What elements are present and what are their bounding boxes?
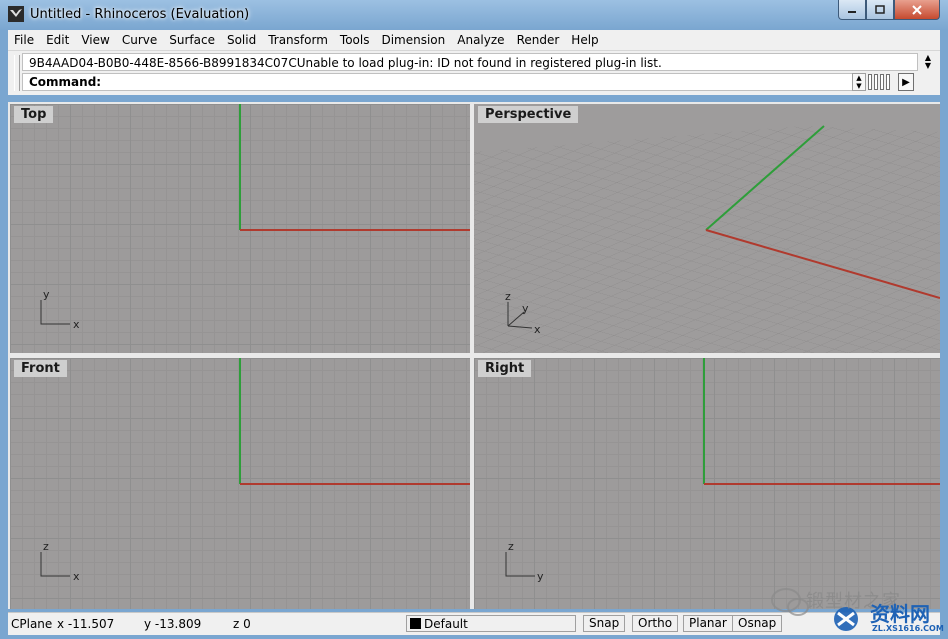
command-spinner[interactable]: ▲ ▼ — [852, 73, 866, 91]
window-title: Untitled - Rhinoceros (Evaluation) — [30, 7, 250, 22]
gnomon-label-a: z — [43, 540, 49, 553]
menu-surface[interactable]: Surface — [163, 30, 221, 50]
viewport-area: y x Top z y x Perspective z x Front z y … — [8, 102, 940, 609]
window-controls — [838, 0, 940, 20]
menu-curve[interactable]: Curve — [116, 30, 163, 50]
play-right-icon: ▶ — [902, 76, 910, 88]
spin-up-icon[interactable]: ▲ — [856, 74, 861, 82]
viewport-perspective[interactable]: z y x Perspective — [474, 104, 940, 353]
history-bar[interactable] — [880, 74, 884, 90]
front-view-canvas: z x — [40, 358, 470, 583]
viewport-title-top[interactable]: Top — [14, 106, 54, 123]
gnomon-label-a: y — [43, 288, 50, 301]
viewport-top[interactable]: y x Top — [10, 104, 470, 353]
command-prompt: Command: — [29, 75, 102, 89]
history-bar[interactable] — [874, 74, 878, 90]
viewport-title-perspective[interactable]: Perspective — [478, 106, 579, 123]
ortho-toggle[interactable]: Ortho — [632, 615, 679, 632]
snap-toggle[interactable]: Snap — [583, 615, 626, 632]
menu-transform[interactable]: Transform — [262, 30, 334, 50]
command-history-bars[interactable] — [868, 74, 890, 90]
minimize-button[interactable] — [838, 0, 866, 20]
planar-toggle[interactable]: Planar — [683, 615, 733, 632]
menu-analyze[interactable]: Analyze — [451, 30, 510, 50]
command-input[interactable] — [119, 75, 843, 91]
close-icon — [912, 4, 922, 15]
layer-name: Default — [424, 616, 468, 631]
minimize-icon — [848, 10, 856, 13]
watermark-url: ZL.XS1616.COM — [872, 624, 944, 633]
menu-view[interactable]: View — [75, 30, 115, 50]
rhino-app-icon[interactable] — [8, 6, 24, 22]
menu-dimension[interactable]: Dimension — [375, 30, 451, 50]
watermark-brand: 资料网 — [870, 602, 930, 626]
command-expand-button[interactable]: ▶ — [898, 73, 914, 91]
menu-render[interactable]: Render — [511, 30, 566, 50]
menu-edit[interactable]: Edit — [40, 30, 75, 50]
menu-file[interactable]: File — [8, 30, 40, 50]
title-bar[interactable]: Untitled - Rhinoceros (Evaluation) — [0, 0, 948, 30]
top-view-canvas: y x — [40, 104, 470, 331]
viewport-title-front[interactable]: Front — [14, 360, 67, 377]
perspective-view-canvas: z y x — [474, 104, 940, 353]
command-line[interactable]: Command: — [22, 73, 856, 91]
menu-tools[interactable]: Tools — [334, 30, 376, 50]
perspective-grid — [474, 126, 940, 353]
gnomon-label-z: z — [505, 290, 511, 303]
gnomon-label-a: z — [508, 540, 514, 553]
menu-bar: File Edit View Curve Surface Solid Trans… — [8, 30, 940, 51]
axis-gnomon — [40, 300, 70, 325]
spin-down-icon[interactable]: ▼ — [856, 82, 861, 90]
axis-gnomon — [40, 552, 70, 577]
gnomon-label-b: x — [73, 570, 80, 583]
maximize-button[interactable] — [866, 0, 894, 20]
close-button[interactable] — [894, 0, 940, 20]
status-cplane: CPlane — [11, 617, 53, 631]
command-history: 9B4AAD04-B0B0-448E-8566-B8991834C07CUnab… — [22, 53, 918, 71]
layer-selector[interactable]: Default — [406, 615, 576, 632]
status-z-coord: z 0 — [233, 617, 251, 631]
gnomon-label-x: x — [534, 323, 541, 336]
history-bar[interactable] — [886, 74, 890, 90]
command-area: 9B4AAD04-B0B0-448E-8566-B8991834C07CUnab… — [8, 51, 940, 95]
command-controls: ▲ ▼ — [852, 73, 890, 91]
gnomon-label-b: y — [537, 570, 544, 583]
rhino-window: Untitled - Rhinoceros (Evaluation) File … — [0, 0, 948, 639]
viewport-right[interactable]: z y Right — [474, 358, 940, 609]
gnomon-label-b: x — [73, 318, 80, 331]
command-arrow-wrap: ▶ — [898, 73, 914, 91]
viewport-title-right[interactable]: Right — [478, 360, 532, 377]
viewport-front[interactable]: z x Front — [10, 358, 470, 609]
status-y-coord: y -13.809 — [144, 617, 202, 631]
menu-solid[interactable]: Solid — [221, 30, 262, 50]
right-view-canvas: z y — [505, 358, 940, 583]
gnomon-label-y: y — [522, 302, 529, 315]
menu-help[interactable]: Help — [565, 30, 604, 50]
history-scroll[interactable]: ▲ ▼ — [920, 53, 936, 71]
maximize-icon — [875, 5, 885, 14]
history-bar[interactable] — [868, 74, 872, 90]
status-x-coord: x -11.507 — [57, 617, 115, 631]
axis-gnomon — [505, 552, 535, 577]
layer-color-swatch — [410, 618, 421, 629]
scroll-down-icon[interactable]: ▼ — [925, 62, 931, 70]
toolbar-grip[interactable] — [14, 55, 20, 91]
